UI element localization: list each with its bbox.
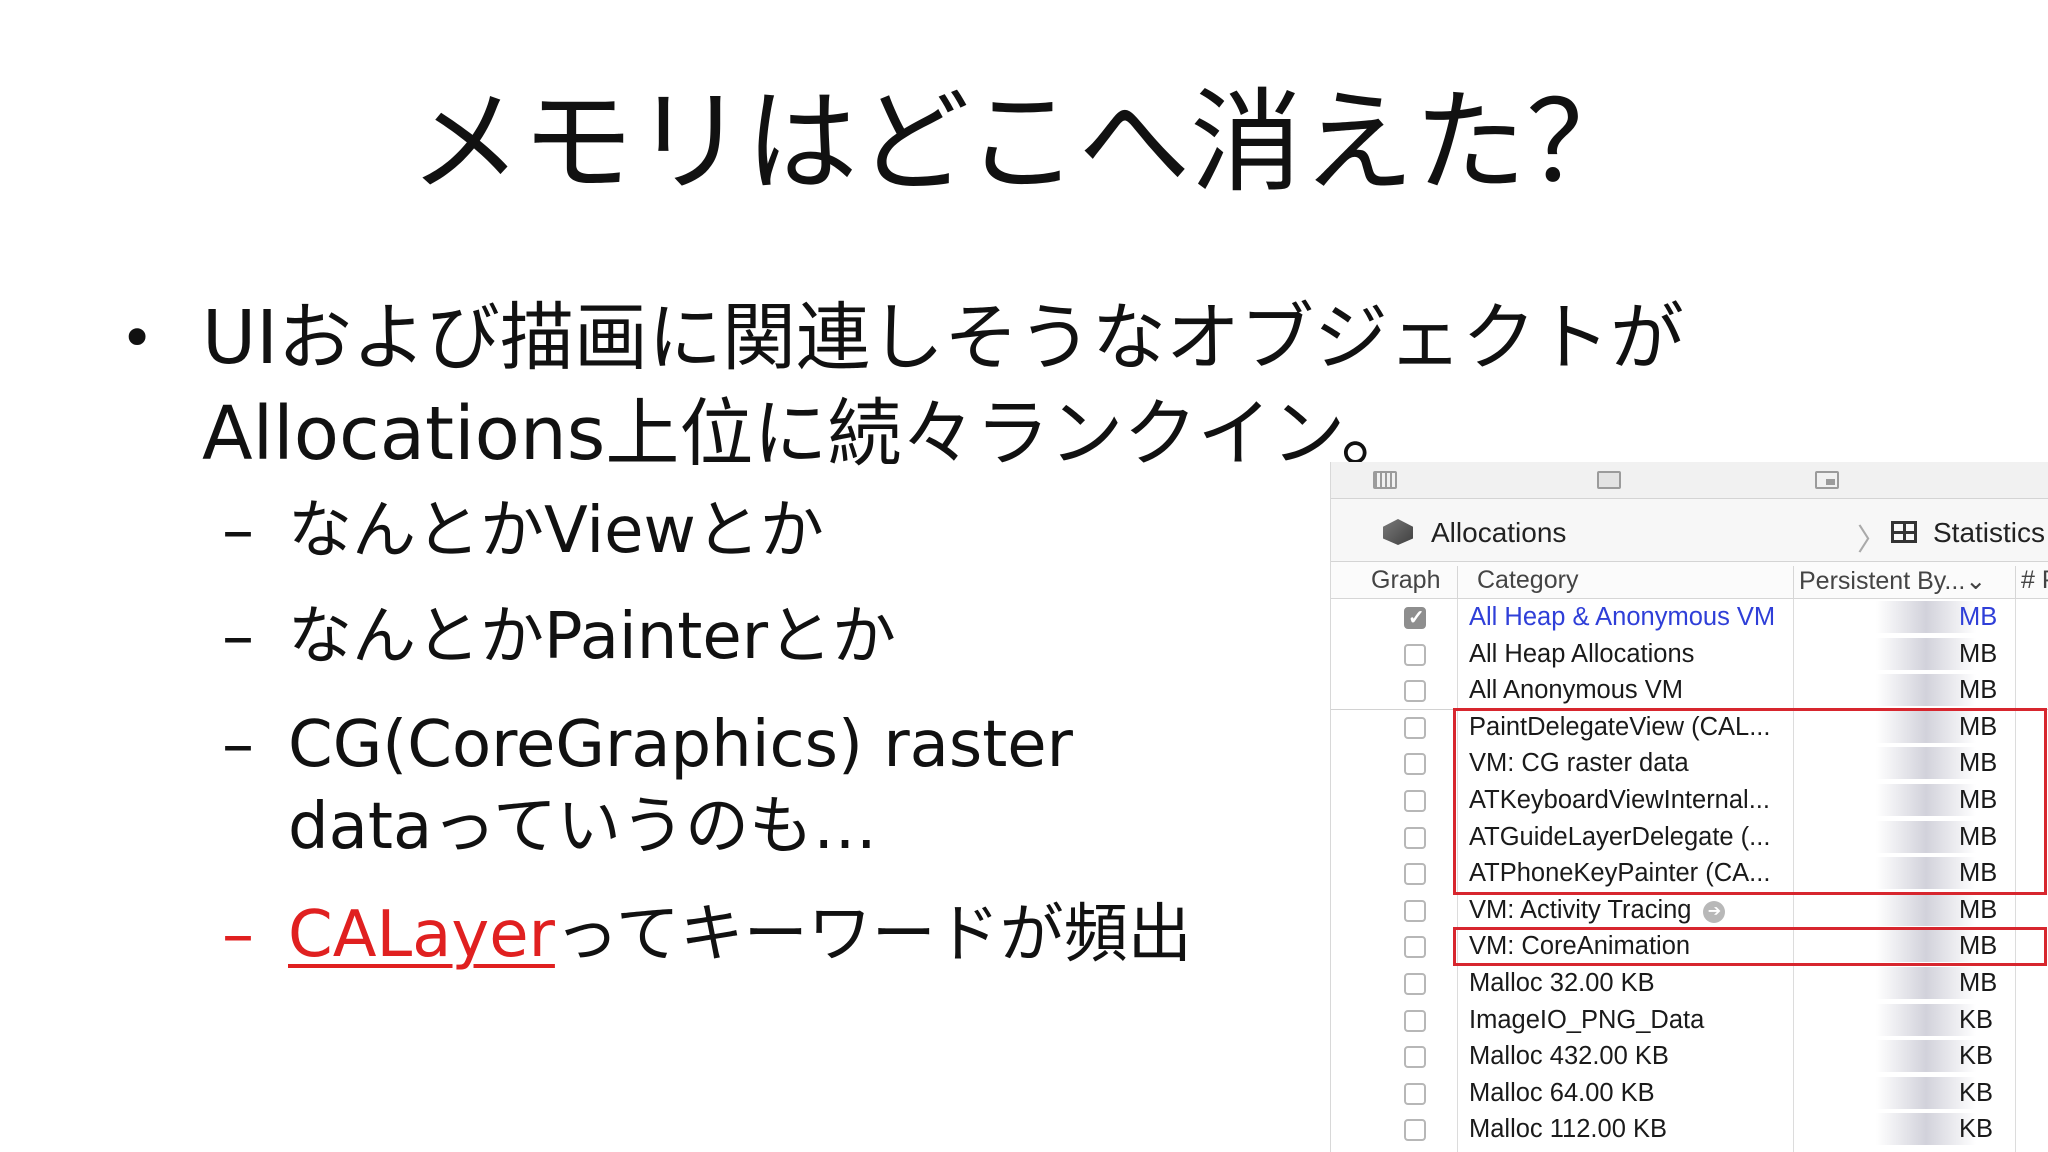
subitem-text: なんとかPainterとか [288, 600, 897, 674]
instruments-toolbar [1331, 462, 2048, 499]
graph-checkbox[interactable] [1404, 680, 1426, 703]
graph-checkbox[interactable] [1404, 936, 1426, 959]
highlight-box-coreanimation [1453, 927, 2047, 966]
table-row[interactable]: All Heap Allocations MB [1331, 636, 2048, 673]
graph-checkbox[interactable] [1404, 643, 1426, 666]
size-unit: KB [1959, 1005, 1994, 1034]
inspector-panel-icon[interactable] [1815, 471, 1839, 489]
bullet-line-1: UIおよび描画に関連しそうなオブジェクトが [202, 295, 1684, 381]
graph-checkbox[interactable] [1404, 863, 1426, 886]
category-cell: All Heap & Anonymous VM [1469, 603, 1776, 631]
allocations-icon [1383, 519, 1413, 545]
graph-checkbox[interactable] [1404, 899, 1426, 922]
size-unit: KB [1959, 1078, 1994, 1107]
allocations-table: All Heap & Anonymous VM MB All Heap Allo… [1331, 599, 2048, 1152]
graph-checkbox[interactable] [1404, 1046, 1426, 1069]
dash-marker: – [222, 708, 254, 782]
column-category[interactable]: Category [1477, 566, 1578, 595]
size-unit: MB [1959, 639, 1998, 668]
graph-checkbox[interactable] [1404, 1119, 1426, 1142]
table-row[interactable]: VM: Activity Tracing ➔ MB [1331, 892, 2048, 929]
subitem-text: なんとかViewとか [288, 494, 824, 568]
breadcrumb-view[interactable]: Statistics [1933, 517, 2045, 549]
highlight-box-ui-objects [1453, 708, 2047, 895]
breadcrumb-instrument[interactable]: Allocations [1431, 517, 1566, 549]
category-cell: Malloc 32.00 KB [1469, 968, 1655, 997]
size-unit: MB [1959, 603, 1998, 631]
column-persistent-count[interactable]: # P [2021, 566, 2048, 595]
calayer-link[interactable]: CALayer [288, 898, 555, 972]
graph-checkbox[interactable] [1404, 1082, 1426, 1105]
table-header: Graph Category Persistent By...⌄ # P [1331, 562, 2048, 602]
table-row[interactable]: All Anonymous VM MB [1331, 672, 2048, 709]
subitem-view: – なんとかViewとか [222, 490, 1322, 572]
category-cell: VM: Activity Tracing ➔ [1469, 896, 1795, 925]
subitem-painter: – なんとかPainterとか [222, 596, 1322, 678]
dash-marker: – [222, 600, 254, 674]
subitem-calayer: – CALayerってキーワードが頻出 [222, 894, 1322, 976]
subitem-text-continued: dataっていうのも… [288, 790, 877, 864]
main-bullet: • UIおよび描画に関連しそうなオブジェクトが Allocations上位に続々… [120, 290, 1880, 482]
blank-panel-icon[interactable] [1597, 471, 1621, 489]
category-cell: Malloc 112.00 KB [1469, 1115, 1667, 1144]
category-cell: All Heap Allocations [1469, 639, 1695, 668]
graph-checkbox[interactable] [1404, 1009, 1426, 1032]
size-unit: MB [1959, 968, 1998, 997]
graph-checkbox[interactable] [1404, 826, 1426, 849]
size-unit: KB [1959, 1115, 1994, 1144]
category-cell: Malloc 64.00 KB [1469, 1078, 1655, 1107]
subitem-cg-raster: – CG(CoreGraphics) raster dataっていうのも… [222, 704, 1322, 868]
size-unit: MB [1959, 895, 1998, 924]
graph-view-icon[interactable] [1373, 471, 1397, 489]
slide-title: メモリはどこへ消えた？ [409, 78, 1639, 208]
bullet-marker: • [120, 304, 155, 372]
category-text: VM: Activity Tracing [1469, 895, 1692, 924]
column-persistent-bytes[interactable]: Persistent By...⌄ [1799, 566, 1986, 596]
size-unit: KB [1959, 1042, 1994, 1071]
table-row[interactable]: Malloc 64.00 KB KB [1331, 1075, 2048, 1112]
size-unit: MB [1959, 676, 1998, 705]
table-row[interactable]: Malloc 32.00 KB MB [1331, 965, 2048, 1002]
graph-checkbox[interactable] [1404, 789, 1426, 812]
statistics-icon [1891, 521, 1917, 543]
go-arrow-icon[interactable]: ➔ [1703, 900, 1726, 923]
dash-marker: – [222, 494, 254, 568]
breadcrumb-chevron-icon: 〉 [1857, 524, 1887, 557]
graph-checkbox[interactable] [1404, 972, 1426, 995]
table-row[interactable]: ImageIO_PNG_Data KB [1331, 1002, 2048, 1039]
subitem-text: ってキーワードが頻出 [554, 898, 1192, 972]
graph-checkbox[interactable] [1404, 605, 1426, 630]
category-cell: ImageIO_PNG_Data [1469, 1005, 1705, 1034]
instruments-screenshot: Allocations 〉 Statistics Graph Category … [1330, 462, 2048, 1152]
table-row[interactable]: Malloc 112.00 KB KB [1331, 1111, 2048, 1148]
subitem-text: CG(CoreGraphics) raster [288, 708, 1073, 782]
table-row[interactable]: All Heap & Anonymous VM MB [1331, 599, 2048, 636]
category-cell: All Anonymous VM [1469, 676, 1684, 705]
graph-checkbox[interactable] [1404, 716, 1426, 739]
graph-checkbox[interactable] [1404, 753, 1426, 776]
category-cell: Malloc 432.00 KB [1469, 1042, 1669, 1071]
column-graph[interactable]: Graph [1371, 566, 1440, 595]
breadcrumb: Allocations 〉 Statistics [1331, 499, 2048, 562]
table-row[interactable]: Malloc 432.00 KB KB [1331, 1038, 2048, 1075]
dash-marker: – [222, 898, 254, 972]
